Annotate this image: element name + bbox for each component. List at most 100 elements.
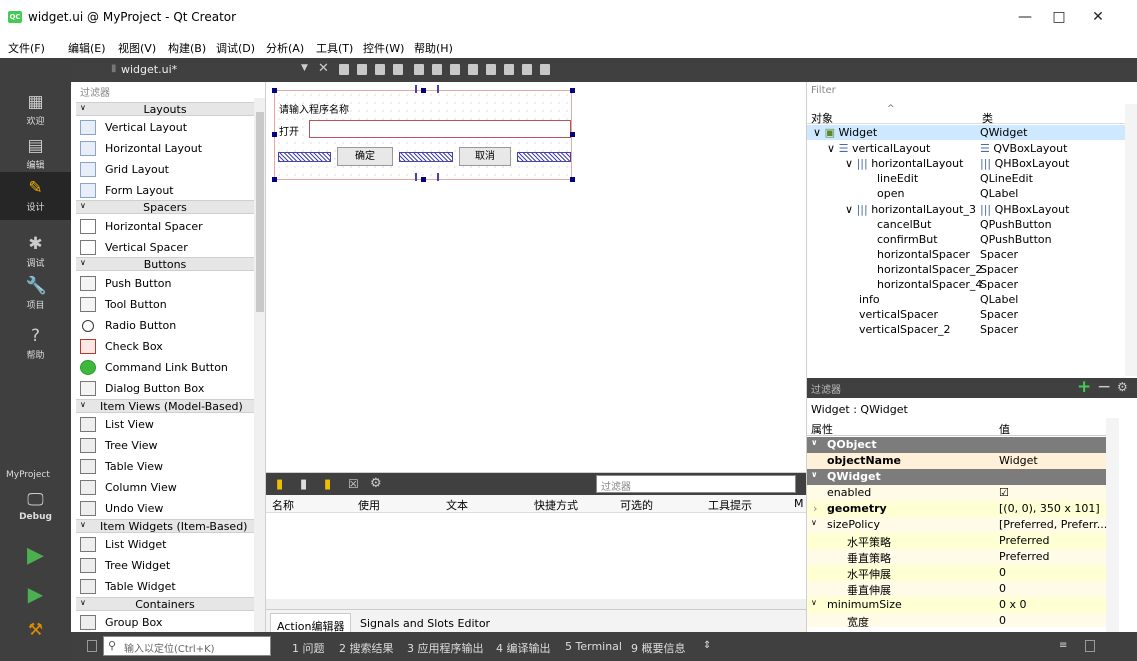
status-app-output[interactable]: 3 应用程序输出: [407, 640, 484, 656]
edit-buddies-icon[interactable]: [375, 64, 385, 75]
status-general-messages[interactable]: 9 概要信息: [631, 640, 686, 656]
status-issues[interactable]: 1 问题: [292, 640, 325, 656]
tree-row[interactable]: horizontalSpacer Spacer: [807, 247, 1125, 262]
column-header[interactable]: 可选的: [620, 497, 653, 513]
property-row[interactable]: ∨ minimumSize 0 x 0: [807, 597, 1106, 613]
layout-form-icon[interactable]: [486, 64, 496, 75]
mode-help[interactable]: ? 帮助: [0, 326, 71, 361]
locator-input[interactable]: ⚲ 输入以定位(Ctrl+K): [103, 636, 271, 656]
new-action-icon[interactable]: ▮: [276, 477, 283, 492]
object-inspector-scrollbar[interactable]: [1125, 104, 1137, 376]
confirm-button[interactable]: 确定: [337, 147, 393, 166]
category-spacers[interactable]: ∨ Spacers: [76, 200, 254, 214]
menu-file[interactable]: 文件(F): [8, 40, 45, 56]
property-row[interactable]: 水平伸展 0: [807, 565, 1106, 581]
tree-row[interactable]: ∨ ||| horizontalLayout ||| QHBoxLayout: [807, 156, 1125, 171]
category-item-views[interactable]: ∨ Item Views (Model-Based): [76, 399, 254, 413]
chevron-down-icon[interactable]: ▼: [301, 63, 308, 73]
mode-design[interactable]: ✎ 设计: [0, 172, 71, 220]
tree-row[interactable]: verticalSpacer_2 Spacer: [807, 322, 1125, 337]
property-row[interactable]: 水平策略 Preferred: [807, 533, 1106, 549]
menu-analyze[interactable]: 分析(A): [266, 40, 304, 56]
resize-handle[interactable]: [272, 88, 277, 93]
open-label[interactable]: 打开: [279, 123, 299, 138]
resize-handle[interactable]: [272, 177, 277, 182]
menu-debug[interactable]: 调试(D): [216, 40, 255, 56]
layout-vertical-icon[interactable]: [432, 64, 442, 75]
tree-row[interactable]: confirmBut QPushButton: [807, 232, 1125, 247]
cancel-button[interactable]: 取消: [459, 147, 511, 166]
widget-filter-input[interactable]: 过滤器: [80, 84, 110, 99]
property-filter-input[interactable]: 过滤器: [811, 381, 841, 396]
maximize-button[interactable]: □: [1044, 8, 1074, 26]
property-row[interactable]: ∨ sizePolicy [Preferred, Preferr...: [807, 517, 1107, 533]
paste-action-icon[interactable]: ▮: [324, 477, 331, 492]
line-edit[interactable]: [309, 120, 571, 138]
tree-row[interactable]: open QLabel: [807, 186, 1125, 201]
layout-grid-icon[interactable]: [504, 64, 514, 75]
splitter-horizontal-icon[interactable]: [450, 64, 460, 75]
column-header[interactable]: 类: [982, 110, 993, 126]
column-header[interactable]: 属性: [811, 421, 833, 437]
copy-action-icon[interactable]: ▮: [300, 477, 307, 492]
tree-row[interactable]: cancelBut QPushButton: [807, 217, 1125, 232]
output-pane-toggle-icon[interactable]: ⇕: [703, 640, 711, 651]
column-header[interactable]: 工具提示: [708, 497, 752, 513]
menu-controls[interactable]: 控件(W): [363, 40, 404, 56]
property-group-qwidget[interactable]: ∨ QWidget: [807, 469, 1106, 485]
configure-icon[interactable]: ⚙: [370, 476, 382, 491]
edit-tab-order-icon[interactable]: [393, 64, 403, 75]
object-filter-input[interactable]: Filter: [809, 84, 1136, 100]
action-filter-input[interactable]: 过滤器: [596, 475, 796, 493]
menu-help[interactable]: 帮助(H): [414, 40, 453, 56]
property-row[interactable]: › geometry [(0, 0), 350 x 101]: [807, 501, 1106, 517]
tree-row[interactable]: verticalSpacer Spacer: [807, 307, 1125, 322]
resize-handle[interactable]: [421, 88, 426, 93]
layout-horizontal-icon[interactable]: [414, 64, 424, 75]
delete-action-icon[interactable]: ☒: [348, 477, 359, 491]
mode-welcome[interactable]: ▦ 欢迎: [0, 92, 71, 127]
property-scrollbar[interactable]: [1106, 418, 1119, 632]
debug-run-button[interactable]: ▶: [0, 584, 71, 606]
toggle-sidebar-icon[interactable]: [87, 640, 97, 652]
adjust-size-icon[interactable]: [540, 64, 550, 75]
status-terminal[interactable]: 5 Terminal: [565, 640, 622, 653]
category-buttons[interactable]: ∨ Buttons: [76, 257, 254, 271]
property-row[interactable]: 宽度 0: [807, 613, 1106, 627]
tree-row[interactable]: lineEdit QLineEdit: [807, 171, 1125, 186]
resize-handle[interactable]: [570, 177, 575, 182]
column-header[interactable]: 名称: [272, 497, 294, 513]
column-header[interactable]: 文本: [446, 497, 468, 513]
property-row[interactable]: objectName Widget: [807, 453, 1106, 469]
form-editor-canvas[interactable]: 请输入程序名称 打开 确定 取消: [266, 82, 806, 472]
tree-row[interactable]: horizontalSpacer_2 Spacer: [807, 262, 1125, 277]
resize-handle[interactable]: [421, 177, 426, 182]
mode-debug[interactable]: ✱ 调试: [0, 234, 71, 269]
project-name[interactable]: MyProject: [0, 470, 71, 480]
menu-view[interactable]: 视图(V): [118, 40, 156, 56]
edit-widgets-icon[interactable]: [339, 64, 349, 75]
form-widget[interactable]: 请输入程序名称 打开 确定 取消: [274, 85, 572, 181]
add-property-icon[interactable]: +: [1077, 377, 1091, 397]
progress-toggle-icon[interactable]: ≡: [1059, 640, 1067, 651]
close-button[interactable]: ✕: [1083, 8, 1113, 26]
resize-handle[interactable]: [272, 132, 277, 137]
info-label[interactable]: 请输入程序名称: [279, 101, 349, 116]
category-layouts[interactable]: ∨ Layouts: [76, 102, 254, 116]
tree-row[interactable]: ∨ ||| horizontalLayout_3 ||| QHBoxLayout: [807, 202, 1125, 217]
configure-icon[interactable]: ⚙: [1117, 380, 1128, 394]
close-document-icon[interactable]: ✕: [318, 61, 329, 76]
build-button[interactable]: ⚒: [0, 620, 71, 642]
action-table-scrollbar[interactable]: [266, 599, 806, 609]
column-header[interactable]: 快捷方式: [534, 497, 578, 513]
column-header[interactable]: 使用: [358, 497, 380, 513]
tree-row[interactable]: info QLabel: [807, 292, 1125, 307]
break-layout-icon[interactable]: [522, 64, 532, 75]
property-group-qobject[interactable]: ∨ QObject: [807, 437, 1106, 453]
status-compile-output[interactable]: 4 编译输出: [496, 640, 551, 656]
mode-edit[interactable]: ▤ 编辑: [0, 136, 71, 171]
run-button[interactable]: ▶: [0, 545, 71, 568]
minimize-button[interactable]: —: [1010, 8, 1040, 26]
menu-edit[interactable]: 编辑(E): [68, 40, 106, 56]
category-containers[interactable]: ∨ Containers: [76, 597, 254, 611]
